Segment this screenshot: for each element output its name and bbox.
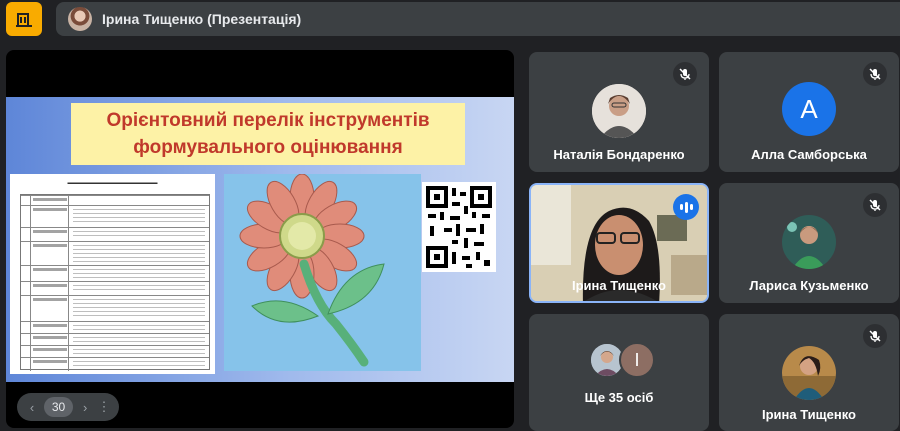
slide-title-line-1: Орієнтовний перелік інструментів — [106, 110, 430, 131]
more-participants-label: Ще 35 осіб — [584, 390, 654, 405]
mic-off-icon — [863, 324, 887, 348]
participant-name: Алла Самборська — [751, 147, 867, 162]
avatar: A — [782, 82, 836, 136]
slide-title: Орієнтовний перелік інструментів формува… — [71, 103, 465, 165]
more-participants-tile[interactable]: I Ще 35 осіб — [529, 314, 709, 431]
presenter-title: Ірина Тищенко (Презентація) — [102, 11, 302, 27]
speaking-indicator-icon — [673, 194, 699, 220]
avatar: I — [619, 342, 655, 378]
chevron-right-icon[interactable]: › — [78, 400, 92, 415]
participant-tile[interactable]: Лариса Кузьменко — [719, 183, 899, 303]
building-icon — [16, 13, 32, 27]
chevron-left-icon[interactable]: ‹ — [25, 400, 39, 415]
participant-name: Лариса Кузьменко — [749, 278, 869, 293]
instrument-table — [20, 194, 210, 371]
mic-off-icon — [673, 62, 697, 86]
mic-off-icon — [863, 62, 887, 86]
avatar — [782, 346, 836, 400]
presenter-avatar — [68, 7, 92, 31]
participant-name: Ірина Тищенко — [761, 407, 856, 422]
more-participants-avatars: I — [589, 342, 659, 378]
slide-document-table: ▬▬▬▬▬▬▬▬▬▬▬▬▬▬▬▬▬▬ — [10, 174, 215, 374]
flower-illustration — [224, 173, 421, 371]
mic-off-icon — [863, 193, 887, 217]
participant-name: Ірина Тищенко — [571, 278, 666, 293]
avatar — [782, 215, 836, 269]
slide-pager: ‹ 30 › ⋮ — [17, 393, 119, 421]
participant-tile[interactable]: A Алла Самборська — [719, 52, 899, 172]
presentation-stage[interactable]: Орієнтовний перелік інструментів формува… — [6, 50, 514, 428]
top-bar: Ірина Тищенко (Презентація) — [0, 0, 900, 40]
slide: Орієнтовний перелік інструментів формува… — [6, 97, 514, 382]
presenter-title-bar[interactable]: Ірина Тищенко (Презентація) — [56, 2, 900, 36]
participant-tile[interactable]: Ірина Тищенко — [719, 314, 899, 431]
participant-tile-speaking[interactable]: Ірина Тищенко — [529, 183, 709, 303]
document-caption: ▬▬▬▬▬▬▬▬▬▬▬▬▬▬▬▬▬▬ — [67, 180, 158, 186]
participant-tile[interactable]: Наталія Бондаренко — [529, 52, 709, 172]
participant-name: Наталія Бондаренко — [553, 147, 685, 162]
page-number[interactable]: 30 — [43, 397, 74, 417]
app-logo[interactable] — [6, 2, 42, 36]
avatar — [592, 84, 646, 138]
qr-code — [422, 182, 496, 272]
more-vert-icon[interactable]: ⋮ — [97, 399, 111, 415]
slide-title-line-2: формувального оцінювання — [133, 137, 403, 158]
